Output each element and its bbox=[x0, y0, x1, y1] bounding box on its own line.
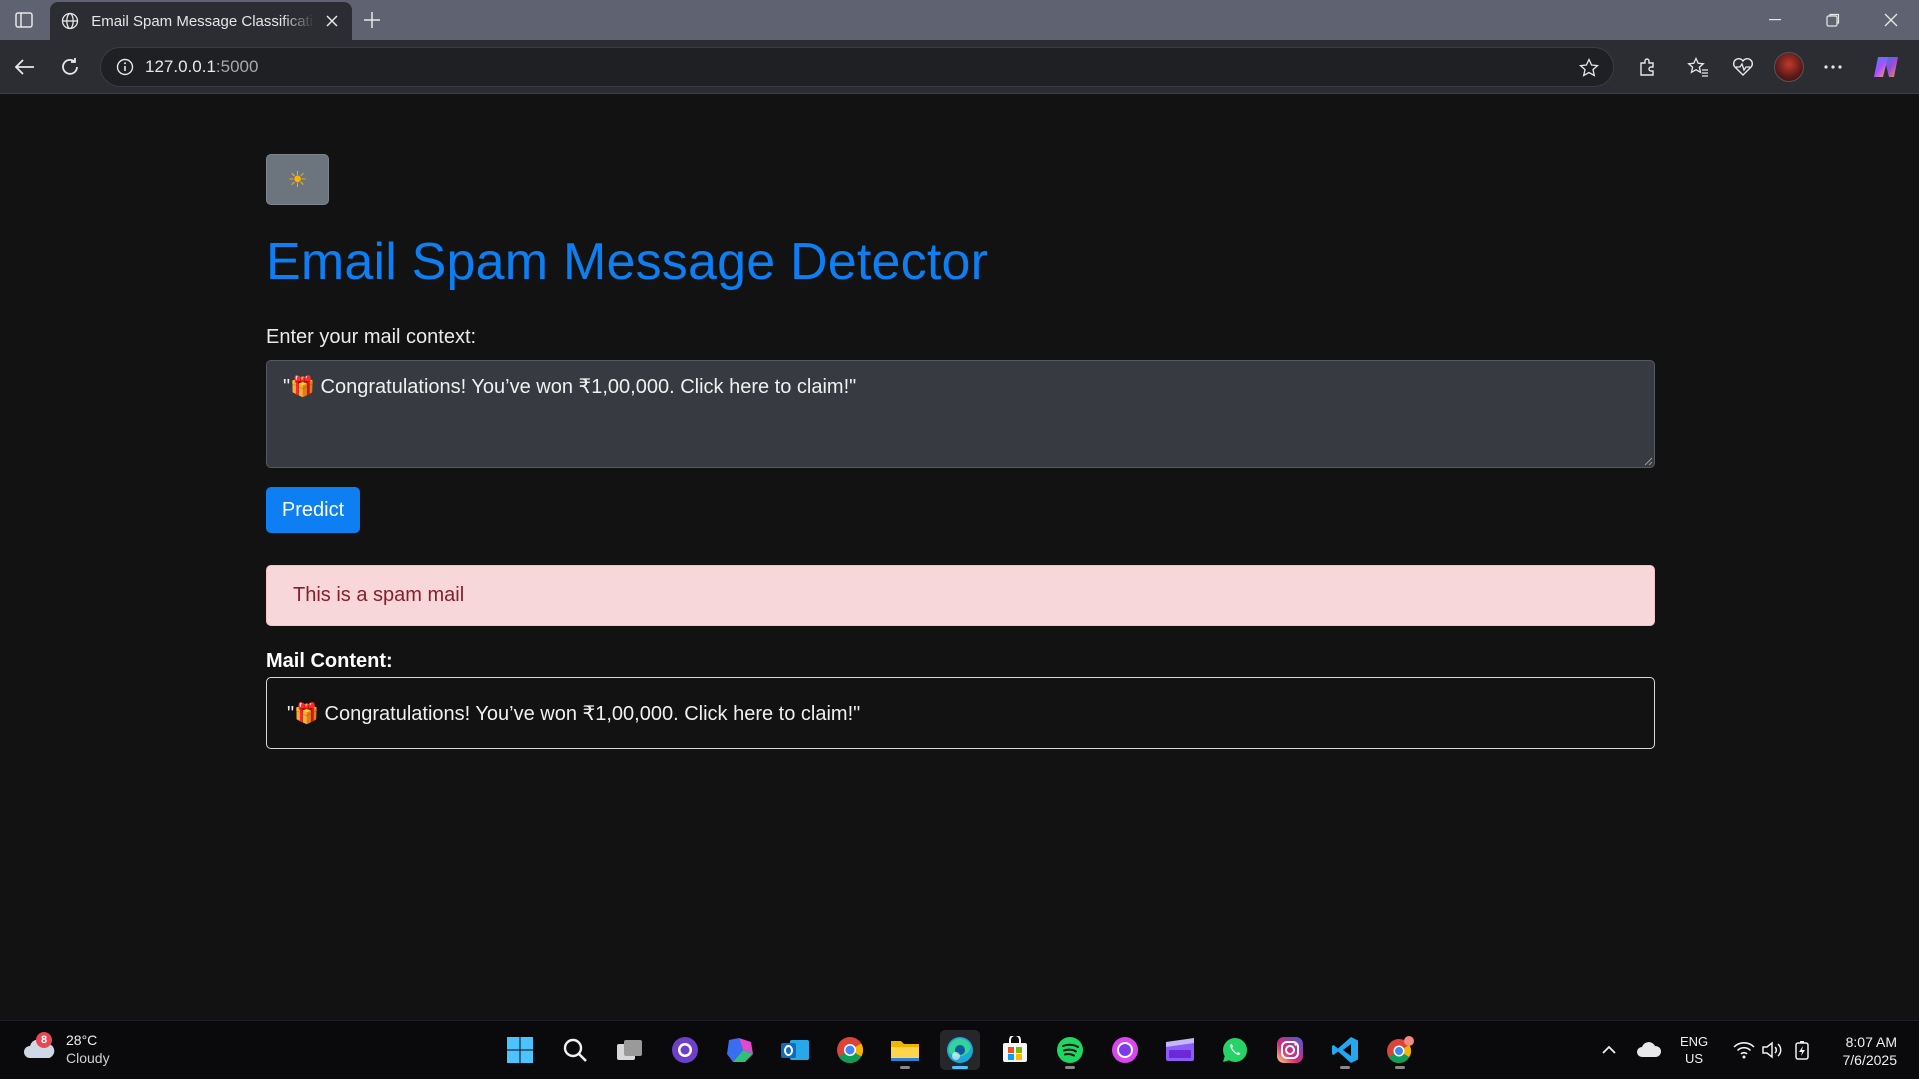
predict-button[interactable]: Predict bbox=[266, 487, 360, 533]
url-port: :5000 bbox=[215, 57, 259, 76]
onedrive-icon[interactable] bbox=[1629, 1030, 1669, 1070]
browser-tab-active[interactable]: Email Spam Message Classification bbox=[50, 2, 352, 40]
new-tab-icon[interactable] bbox=[358, 6, 386, 34]
microsoft-store-icon[interactable] bbox=[995, 1030, 1035, 1070]
vscode-icon[interactable] bbox=[1325, 1030, 1365, 1070]
cloud-icon: 8 bbox=[22, 1032, 58, 1062]
weather-widget[interactable]: 8 28°C Cloudy bbox=[22, 1031, 110, 1067]
language-indicator[interactable]: ENG US bbox=[1680, 1033, 1708, 1067]
result-text: This is a spam mail bbox=[293, 584, 465, 606]
media-app-icon[interactable] bbox=[1105, 1030, 1145, 1070]
instagram-icon[interactable] bbox=[1270, 1030, 1310, 1070]
minimize-icon[interactable] bbox=[1747, 0, 1803, 40]
browser-toolbar: 127.0.0.1:5000 bbox=[0, 40, 1919, 94]
refresh-icon[interactable] bbox=[52, 49, 88, 85]
page-content: ☀ Email Spam Message Detector Enter your… bbox=[0, 94, 1919, 1020]
weather-condition: Cloudy bbox=[66, 1050, 110, 1066]
task-view-icon[interactable] bbox=[610, 1030, 650, 1070]
globe-icon bbox=[58, 9, 81, 33]
tab-title: Email Spam Message Classification bbox=[91, 12, 315, 30]
sun-icon: ☀ bbox=[287, 166, 308, 192]
extensions-icon[interactable] bbox=[1629, 49, 1665, 85]
browser-tab-bar: Email Spam Message Classification bbox=[0, 0, 1919, 40]
running-indicator bbox=[1395, 1066, 1405, 1069]
whatsapp-icon[interactable] bbox=[1215, 1030, 1255, 1070]
active-indicator bbox=[952, 1066, 968, 1069]
language-code: ENG bbox=[1680, 1034, 1709, 1049]
restore-icon[interactable] bbox=[1805, 0, 1861, 40]
file-explorer-icon[interactable] bbox=[885, 1030, 925, 1070]
search-icon[interactable] bbox=[555, 1030, 595, 1070]
page-title: Email Spam Message Detector bbox=[266, 233, 989, 291]
mail-content-text: "🎁 Congratulations! You’ve won ₹1,00,000… bbox=[287, 702, 861, 725]
region-code: US bbox=[1685, 1051, 1704, 1066]
favorites-icon[interactable] bbox=[1680, 49, 1716, 85]
close-tab-icon[interactable] bbox=[323, 11, 342, 31]
show-hidden-icons-chevron-icon[interactable] bbox=[1589, 1030, 1629, 1070]
running-indicator bbox=[1340, 1066, 1350, 1069]
start-button[interactable] bbox=[500, 1030, 540, 1070]
spam-result-alert: This is a spam mail bbox=[266, 565, 1655, 626]
site-info-icon[interactable] bbox=[105, 58, 145, 76]
running-indicator bbox=[900, 1066, 910, 1069]
microsoft-365-icon[interactable] bbox=[720, 1030, 760, 1070]
mail-input-textarea[interactable]: "🎁 Congratulations! You’ve won ₹1,00,000… bbox=[266, 360, 1655, 468]
system-clock[interactable]: 8:07 AM 7/6/2025 bbox=[1843, 1033, 1898, 1069]
url-text: 127.0.0.1:5000 bbox=[145, 57, 258, 77]
chrome-profile-icon[interactable] bbox=[1380, 1030, 1420, 1070]
windows-taskbar: 8 28°C Cloudy ENG US 8:07 AM 7/6/2025 bbox=[0, 1020, 1919, 1079]
edge-icon[interactable] bbox=[940, 1030, 980, 1070]
copilot-icon[interactable] bbox=[1868, 49, 1904, 85]
github-desktop-icon[interactable] bbox=[665, 1030, 705, 1070]
mail-input-label: Enter your mail context: bbox=[266, 326, 477, 348]
favorite-star-icon[interactable] bbox=[1577, 56, 1601, 80]
spotify-icon[interactable] bbox=[1050, 1030, 1090, 1070]
battery-icon[interactable] bbox=[1782, 1030, 1822, 1070]
profile-avatar[interactable] bbox=[1774, 52, 1804, 82]
close-window-icon[interactable] bbox=[1863, 0, 1919, 40]
chrome-icon[interactable] bbox=[830, 1030, 870, 1070]
weather-temperature: 28°C bbox=[66, 1032, 98, 1048]
running-indicator bbox=[1065, 1066, 1075, 1069]
resize-grip-icon[interactable] bbox=[1643, 456, 1653, 466]
url-host: 127.0.0.1 bbox=[145, 57, 216, 76]
mail-content-label: Mail Content: bbox=[266, 650, 393, 672]
more-options-icon[interactable] bbox=[1815, 49, 1851, 85]
theme-toggle-button[interactable]: ☀ bbox=[266, 154, 329, 205]
weather-alert-badge: 8 bbox=[36, 1032, 52, 1048]
sidebar-toggle-icon[interactable] bbox=[10, 8, 38, 32]
back-icon[interactable] bbox=[6, 49, 42, 85]
address-bar[interactable]: 127.0.0.1:5000 bbox=[100, 47, 1614, 87]
outlook-icon[interactable] bbox=[775, 1030, 815, 1070]
clock-date: 7/6/2025 bbox=[1842, 1052, 1898, 1068]
clipchamp-icon[interactable] bbox=[1160, 1030, 1200, 1070]
clock-time: 8:07 AM bbox=[1845, 1034, 1897, 1050]
mail-content-box: "🎁 Congratulations! You’ve won ₹1,00,000… bbox=[266, 677, 1655, 749]
browser-essentials-icon[interactable] bbox=[1725, 49, 1761, 85]
